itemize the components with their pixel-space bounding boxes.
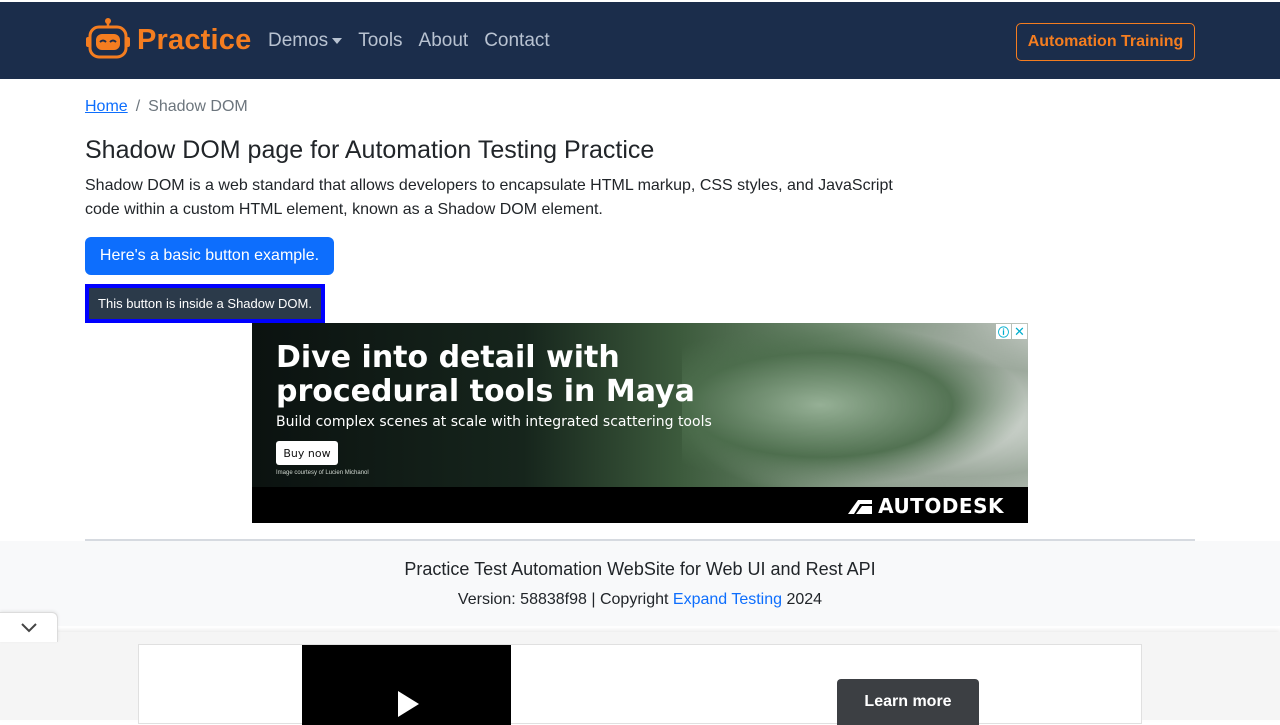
ad-banner[interactable]: Dive into detail with procedural tools i… [252,323,1028,523]
nav-item-contact[interactable]: Contact [484,30,549,52]
nav-item-demos[interactable]: Demos [268,30,343,52]
caret-down-icon [332,38,343,44]
anchor-ad: Learn more [0,632,1280,725]
breadcrumb: Home / Shadow DOM [85,98,248,116]
ad-brand: AUTODESK [848,494,1004,518]
brand-name: Practice [137,23,252,56]
ad-image-credit: Image courtesy of Lucien Michanol [276,470,369,476]
expand-testing-link[interactable]: Expand Testing [673,591,782,608]
autodesk-logo-icon [848,500,873,514]
footer-title: Practice Test Automation WebSite for Web… [404,559,876,579]
ad-buy-now-button[interactable]: Buy now [276,441,338,465]
breadcrumb-home-link[interactable]: Home [85,98,128,116]
breadcrumb-separator: / [135,98,141,115]
automation-training-button[interactable]: Automation Training [1016,23,1195,61]
anchor-ad-content[interactable]: Learn more [138,644,1142,725]
basic-example-button[interactable]: Here's a basic button example. [85,237,334,275]
footer-year: 2024 [782,591,823,608]
ad-footer: AUTODESK [252,487,1028,523]
shadow-dom-button[interactable]: This button is inside a Shadow DOM. [89,288,321,319]
footer-version-text: Version: 58838f98 | Copyright [457,591,673,608]
ad-image [682,323,1028,487]
footer-version: Version: 58838f98 | Copyright Expand Tes… [0,591,1280,609]
shadow-dom-host: This button is inside a Shadow DOM. [85,284,325,323]
nav-item-about[interactable]: About [419,30,469,52]
chevron-down-icon [20,622,37,632]
footer: Practice Test Automation WebSite for Web… [0,541,1280,626]
collapse-ad-button[interactable] [0,612,58,642]
ad-headline: Dive into detail with procedural tools i… [276,340,695,409]
nav-item-label: Demos [268,30,329,51]
play-icon[interactable] [398,691,419,717]
nav-links: Demos Tools About Contact [268,30,566,52]
video-player[interactable] [302,645,511,725]
ad-brand-name: AUTODESK [878,494,1004,518]
navbar: Practice Demos Tools About Contact Autom… [0,0,1280,79]
brand-link[interactable]: Practice [85,16,251,64]
page-description: Shadow DOM is a web standard that allows… [85,177,893,218]
nav-item-tools[interactable]: Tools [358,30,402,52]
breadcrumb-current: Shadow DOM [148,98,248,115]
page-title: Shadow DOM page for Automation Testing P… [85,136,655,164]
learn-more-button[interactable]: Learn more [837,679,979,725]
ad-subtext: Build complex scenes at scale with integ… [276,414,712,430]
close-icon[interactable]: ✕ [1012,324,1027,339]
info-icon[interactable]: ⓘ [996,324,1011,339]
robot-logo-icon [86,18,130,59]
